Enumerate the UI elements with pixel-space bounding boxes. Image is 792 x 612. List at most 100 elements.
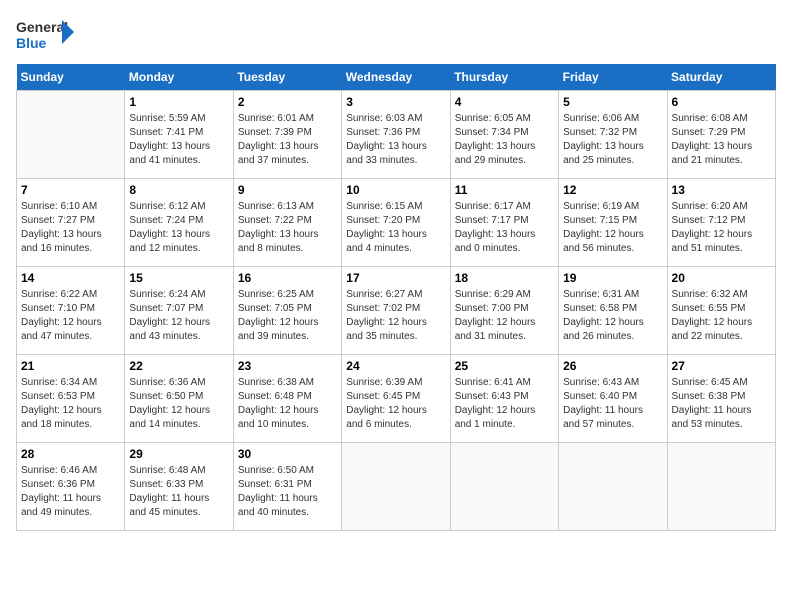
day-info: Sunrise: 6:50 AM Sunset: 6:31 PM Dayligh… (238, 464, 337, 520)
calendar-cell: 27 Sunrise: 6:45 AM Sunset: 6:38 PM Dayli… (667, 355, 775, 443)
day-info: Sunrise: 6:43 AM Sunset: 6:40 PM Dayligh… (563, 376, 662, 432)
day-info: Sunrise: 6:39 AM Sunset: 6:45 PM Dayligh… (346, 376, 445, 432)
calendar-cell: 8 Sunrise: 6:12 AM Sunset: 7:24 PM Daylig… (125, 179, 233, 267)
calendar-cell: 26 Sunrise: 6:43 AM Sunset: 6:40 PM Dayli… (559, 355, 667, 443)
day-number: 6 (672, 95, 771, 109)
day-number: 28 (21, 447, 120, 461)
day-info: Sunrise: 6:46 AM Sunset: 6:36 PM Dayligh… (21, 464, 120, 520)
day-number: 4 (455, 95, 554, 109)
day-number: 5 (563, 95, 662, 109)
day-info: Sunrise: 6:32 AM Sunset: 6:55 PM Dayligh… (672, 288, 771, 344)
day-info: Sunrise: 6:05 AM Sunset: 7:34 PM Dayligh… (455, 112, 554, 168)
day-info: Sunrise: 6:29 AM Sunset: 7:00 PM Dayligh… (455, 288, 554, 344)
day-number: 8 (129, 183, 228, 197)
day-info: Sunrise: 6:24 AM Sunset: 7:07 PM Dayligh… (129, 288, 228, 344)
day-number: 11 (455, 183, 554, 197)
week-row-4: 21Sunrise: 6:34 AM Sunset: 6:53 PM Dayli… (17, 355, 776, 443)
svg-text:Blue: Blue (16, 35, 47, 51)
calendar-cell: 4 Sunrise: 6:05 AM Sunset: 7:34 PM Daylig… (450, 91, 558, 179)
day-header-monday: Monday (125, 64, 233, 91)
calendar-cell: 3 Sunrise: 6:03 AM Sunset: 7:36 PM Daylig… (342, 91, 450, 179)
page-header: GeneralBlue (16, 16, 776, 52)
calendar-cell: 17Sunrise: 6:27 AM Sunset: 7:02 PM Dayli… (342, 267, 450, 355)
day-info: Sunrise: 6:36 AM Sunset: 6:50 PM Dayligh… (129, 376, 228, 432)
day-number: 14 (21, 271, 120, 285)
calendar-cell: 11 Sunrise: 6:17 AM Sunset: 7:17 PM Dayli… (450, 179, 558, 267)
day-info: Sunrise: 6:01 AM Sunset: 7:39 PM Dayligh… (238, 112, 337, 168)
calendar-cell (667, 443, 775, 531)
day-number: 25 (455, 359, 554, 373)
calendar-cell (450, 443, 558, 531)
calendar-table: SundayMondayTuesdayWednesdayThursdayFrid… (16, 64, 776, 531)
week-row-3: 14 Sunrise: 6:22 AM Sunset: 7:10 PM Dayli… (17, 267, 776, 355)
week-row-2: 7 Sunrise: 6:10 AM Sunset: 7:27 PM Daylig… (17, 179, 776, 267)
svg-text:General: General (16, 19, 68, 35)
day-number: 27 (672, 359, 771, 373)
calendar-cell: 10 Sunrise: 6:15 AM Sunset: 7:20 PM Dayli… (342, 179, 450, 267)
day-number: 13 (672, 183, 771, 197)
calendar-cell: 16 Sunrise: 6:25 AM Sunset: 7:05 PM Dayli… (233, 267, 341, 355)
day-info: Sunrise: 6:48 AM Sunset: 6:33 PM Dayligh… (129, 464, 228, 520)
day-info: Sunrise: 6:25 AM Sunset: 7:05 PM Dayligh… (238, 288, 337, 344)
logo-svg: GeneralBlue (16, 16, 76, 52)
day-number: 7 (21, 183, 120, 197)
day-info: Sunrise: 6:12 AM Sunset: 7:24 PM Dayligh… (129, 200, 228, 256)
day-number: 2 (238, 95, 337, 109)
day-info: Sunrise: 6:10 AM Sunset: 7:27 PM Dayligh… (21, 200, 120, 256)
calendar-cell (342, 443, 450, 531)
week-row-1: 1Sunrise: 5:59 AM Sunset: 7:41 PM Daylig… (17, 91, 776, 179)
day-info: Sunrise: 6:08 AM Sunset: 7:29 PM Dayligh… (672, 112, 771, 168)
calendar-cell: 13 Sunrise: 6:20 AM Sunset: 7:12 PM Dayli… (667, 179, 775, 267)
day-info: Sunrise: 6:15 AM Sunset: 7:20 PM Dayligh… (346, 200, 445, 256)
day-info: Sunrise: 6:45 AM Sunset: 6:38 PM Dayligh… (672, 376, 771, 432)
calendar-cell (17, 91, 125, 179)
day-info: Sunrise: 6:31 AM Sunset: 6:58 PM Dayligh… (563, 288, 662, 344)
calendar-cell: 28 Sunrise: 6:46 AM Sunset: 6:36 PM Dayli… (17, 443, 125, 531)
calendar-cell: 14 Sunrise: 6:22 AM Sunset: 7:10 PM Dayli… (17, 267, 125, 355)
calendar-cell: 12 Sunrise: 6:19 AM Sunset: 7:15 PM Dayli… (559, 179, 667, 267)
day-number: 19 (563, 271, 662, 285)
calendar-cell: 9Sunrise: 6:13 AM Sunset: 7:22 PM Daylig… (233, 179, 341, 267)
day-header-friday: Friday (559, 64, 667, 91)
calendar-cell: 15 Sunrise: 6:24 AM Sunset: 7:07 PM Dayli… (125, 267, 233, 355)
calendar-cell: 23Sunrise: 6:38 AM Sunset: 6:48 PM Dayli… (233, 355, 341, 443)
calendar-cell: 22 Sunrise: 6:36 AM Sunset: 6:50 PM Dayli… (125, 355, 233, 443)
calendar-cell: 6 Sunrise: 6:08 AM Sunset: 7:29 PM Daylig… (667, 91, 775, 179)
day-info: Sunrise: 6:17 AM Sunset: 7:17 PM Dayligh… (455, 200, 554, 256)
calendar-cell: 30Sunrise: 6:50 AM Sunset: 6:31 PM Dayli… (233, 443, 341, 531)
calendar-cell: 2 Sunrise: 6:01 AM Sunset: 7:39 PM Daylig… (233, 91, 341, 179)
day-info: Sunrise: 6:22 AM Sunset: 7:10 PM Dayligh… (21, 288, 120, 344)
day-number: 20 (672, 271, 771, 285)
calendar-cell: 20 Sunrise: 6:32 AM Sunset: 6:55 PM Dayli… (667, 267, 775, 355)
day-header-wednesday: Wednesday (342, 64, 450, 91)
day-number: 1 (129, 95, 228, 109)
day-number: 29 (129, 447, 228, 461)
calendar-cell: 24Sunrise: 6:39 AM Sunset: 6:45 PM Dayli… (342, 355, 450, 443)
day-number: 12 (563, 183, 662, 197)
week-row-5: 28 Sunrise: 6:46 AM Sunset: 6:36 PM Dayli… (17, 443, 776, 531)
day-number: 22 (129, 359, 228, 373)
day-info: Sunrise: 6:06 AM Sunset: 7:32 PM Dayligh… (563, 112, 662, 168)
calendar-cell: 7 Sunrise: 6:10 AM Sunset: 7:27 PM Daylig… (17, 179, 125, 267)
calendar-cell (559, 443, 667, 531)
day-info: Sunrise: 6:38 AM Sunset: 6:48 PM Dayligh… (238, 376, 337, 432)
day-number: 15 (129, 271, 228, 285)
day-number: 3 (346, 95, 445, 109)
calendar-cell: 29 Sunrise: 6:48 AM Sunset: 6:33 PM Dayli… (125, 443, 233, 531)
day-info: Sunrise: 6:41 AM Sunset: 6:43 PM Dayligh… (455, 376, 554, 432)
logo: GeneralBlue (16, 16, 76, 52)
calendar-cell: 19 Sunrise: 6:31 AM Sunset: 6:58 PM Dayli… (559, 267, 667, 355)
day-number: 16 (238, 271, 337, 285)
calendar-cell: 25 Sunrise: 6:41 AM Sunset: 6:43 PM Dayli… (450, 355, 558, 443)
day-number: 10 (346, 183, 445, 197)
day-number: 26 (563, 359, 662, 373)
calendar-cell: 5 Sunrise: 6:06 AM Sunset: 7:32 PM Daylig… (559, 91, 667, 179)
calendar-cell: 18 Sunrise: 6:29 AM Sunset: 7:00 PM Dayli… (450, 267, 558, 355)
day-number: 18 (455, 271, 554, 285)
day-header-sunday: Sunday (17, 64, 125, 91)
day-header-saturday: Saturday (667, 64, 775, 91)
day-info: Sunrise: 6:19 AM Sunset: 7:15 PM Dayligh… (563, 200, 662, 256)
day-info: Sunrise: 6:03 AM Sunset: 7:36 PM Dayligh… (346, 112, 445, 168)
day-info: Sunrise: 6:20 AM Sunset: 7:12 PM Dayligh… (672, 200, 771, 256)
day-number: 9 (238, 183, 337, 197)
